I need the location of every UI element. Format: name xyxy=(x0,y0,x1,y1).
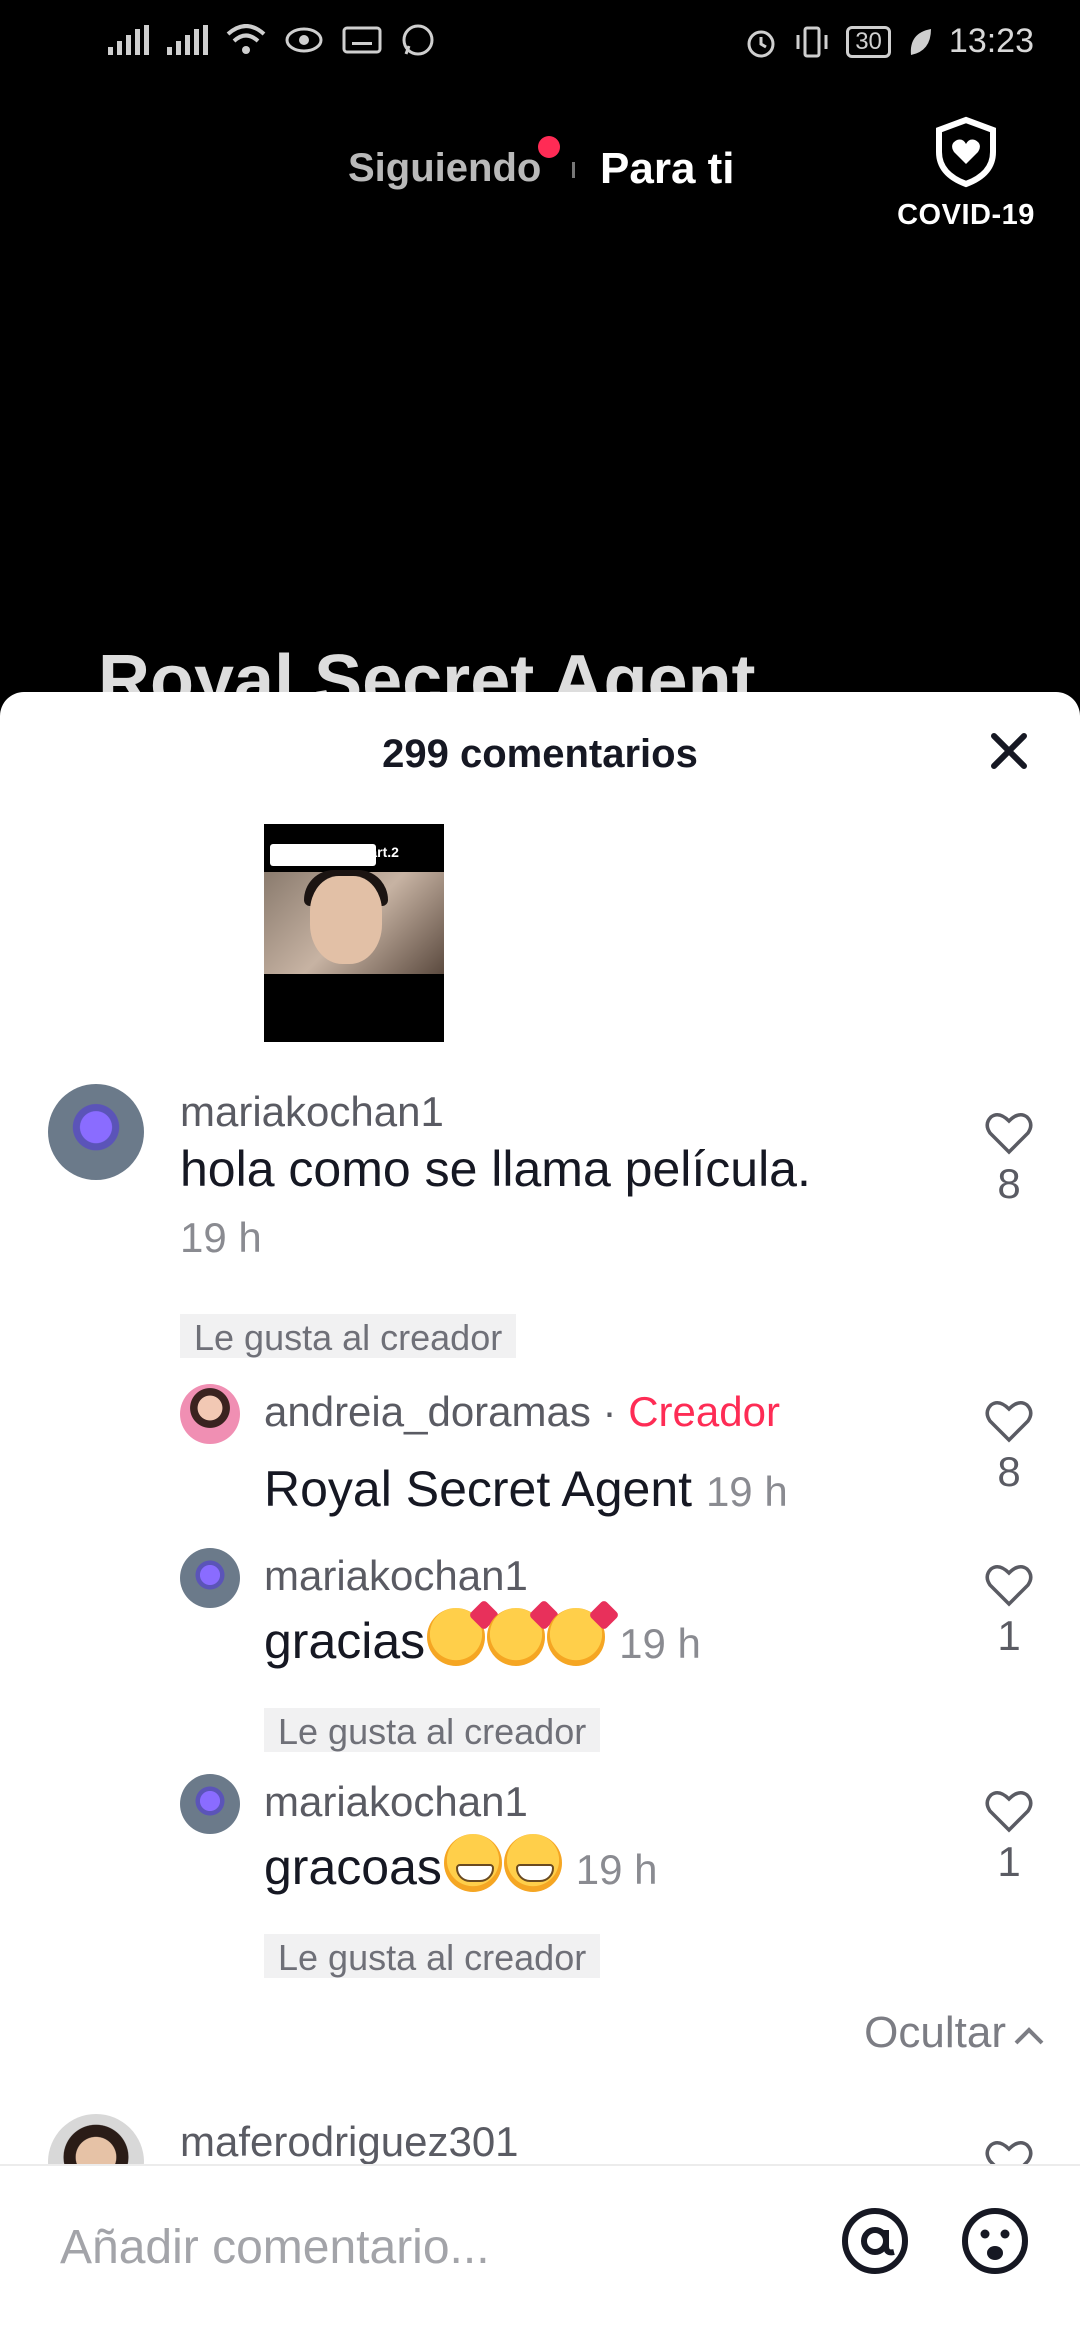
reply-text: Royal Secret Agent xyxy=(264,1461,693,1517)
comment-input-bar: Añadir comentario... xyxy=(0,2164,1080,2340)
leaf-icon xyxy=(910,28,931,55)
covid-label: COVID-19 xyxy=(897,199,1035,231)
reply-text: gracoas xyxy=(264,1839,442,1895)
heart-icon[interactable] xyxy=(984,1110,1034,1156)
mention-at-icon[interactable] xyxy=(840,2206,910,2276)
username-separator: · xyxy=(602,1388,617,1435)
thumbnail-part-label: Part.2 xyxy=(360,844,399,860)
grinning-face-icon xyxy=(443,1834,502,1892)
liked-by-creator-badge: Le gusta al creador xyxy=(180,1314,517,1358)
like-count: 1 xyxy=(997,1612,1021,1659)
notification-dot xyxy=(538,136,560,158)
shield-heart-icon xyxy=(936,116,996,188)
reply-text: gracias xyxy=(264,1613,426,1669)
smiling-face-with-hearts-icon xyxy=(547,1608,606,1666)
heart-icon[interactable] xyxy=(984,1562,1034,1608)
reply-username[interactable]: andreia_doramas xyxy=(264,1388,591,1435)
alarm-icon xyxy=(747,30,775,57)
reply-text-line: gracias 19 h xyxy=(264,1608,701,1670)
signal-icon xyxy=(108,25,149,55)
heart-icon[interactable] xyxy=(984,1788,1034,1834)
comments-count-title: 299 comentarios xyxy=(382,732,698,776)
heart-icon[interactable] xyxy=(984,1398,1034,1444)
creator-label: Creador xyxy=(628,1388,780,1435)
reply-text-line: Royal Secret Agent 19 h xyxy=(264,1460,788,1518)
comment-text: hola como se llama película. xyxy=(180,1141,811,1197)
tab-for-you[interactable]: Para ti xyxy=(600,144,735,194)
emoji-icon[interactable] xyxy=(960,2206,1030,2276)
reply-time: 19 h xyxy=(619,1620,701,1667)
covid-button[interactable]: COVID-19 xyxy=(896,116,1036,232)
comments-sheet: 299 comentarios Part.2 mariakochan1 hola… xyxy=(0,692,1080,2340)
liked-by-creator-badge: Le gusta al creador xyxy=(264,1708,601,1752)
comment-username[interactable]: maferodriguez301 xyxy=(180,2118,519,2166)
smiling-face-with-hearts-icon xyxy=(487,1608,546,1666)
reply-text-line: gracoas 19 h xyxy=(264,1834,658,1896)
comment-time: 19 h xyxy=(180,1214,262,1261)
tab-following[interactable]: Siguiendo xyxy=(348,146,541,191)
avatar[interactable] xyxy=(180,1774,240,1834)
hide-replies-label: Ocultar xyxy=(864,2008,1006,2057)
smiling-face-with-hearts-icon xyxy=(427,1608,486,1666)
wifi-icon xyxy=(226,24,266,54)
reply-time: 19 h xyxy=(575,1846,658,1893)
reply-username[interactable]: mariakochan1 xyxy=(264,1778,528,1826)
chevron-up-icon xyxy=(1014,2027,1044,2045)
comment-input[interactable]: Añadir comentario... xyxy=(60,2220,490,2275)
whatsapp-icon xyxy=(402,24,434,56)
vibrate-icon xyxy=(796,26,828,57)
eye-icon xyxy=(285,27,323,53)
grinning-face-icon xyxy=(503,1834,562,1892)
thumbnail-face xyxy=(310,876,382,964)
like-count: 8 xyxy=(997,1160,1021,1207)
close-icon[interactable] xyxy=(988,730,1030,772)
avatar[interactable] xyxy=(180,1548,240,1608)
like-count: 1 xyxy=(997,1838,1021,1885)
like-count: 8 xyxy=(997,1448,1021,1495)
status-bar: 30 13:23 xyxy=(0,0,1080,86)
avatar[interactable] xyxy=(180,1384,240,1444)
avatar[interactable] xyxy=(48,1084,144,1180)
clock: 13:23 xyxy=(948,22,1034,60)
liked-by-creator-badge: Le gusta al creador xyxy=(264,1934,601,1978)
hide-replies-button[interactable]: Ocultar xyxy=(856,2008,1046,2058)
video-thumbnail[interactable]: Part.2 xyxy=(264,824,444,1042)
reply-username[interactable]: mariakochan1 xyxy=(264,1552,528,1600)
reply-username-line: andreia_doramas · Creador xyxy=(264,1388,780,1436)
reply-time: 19 h xyxy=(705,1468,788,1515)
comment-username[interactable]: mariakochan1 xyxy=(180,1088,444,1136)
tab-divider xyxy=(572,162,575,178)
signal-icon xyxy=(167,25,208,55)
keyboard-icon xyxy=(342,26,382,54)
battery-indicator: 30 xyxy=(846,25,891,58)
